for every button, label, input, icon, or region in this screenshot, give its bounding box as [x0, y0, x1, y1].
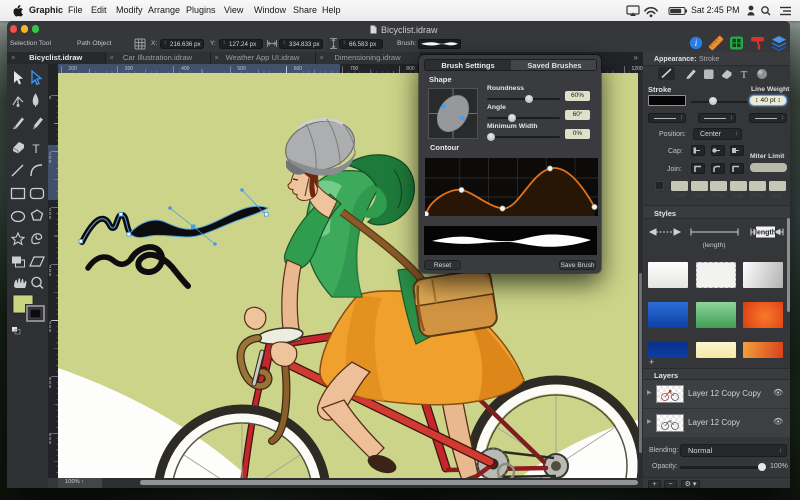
- svg-text:200: 200: [69, 66, 78, 72]
- svg-text:T: T: [32, 142, 40, 156]
- svg-text:600: 600: [294, 66, 303, 72]
- svg-text:length: length: [755, 230, 776, 237]
- svg-text:300: 300: [125, 66, 134, 72]
- svg-text:700: 700: [350, 66, 359, 72]
- svg-text:(length): (length): [702, 242, 725, 249]
- svg-text:500: 500: [237, 66, 246, 72]
- svg-text:T: T: [741, 69, 748, 81]
- svg-text:800: 800: [406, 66, 415, 72]
- svg-text:400: 400: [181, 66, 190, 72]
- svg-text:1200: 1200: [632, 66, 643, 72]
